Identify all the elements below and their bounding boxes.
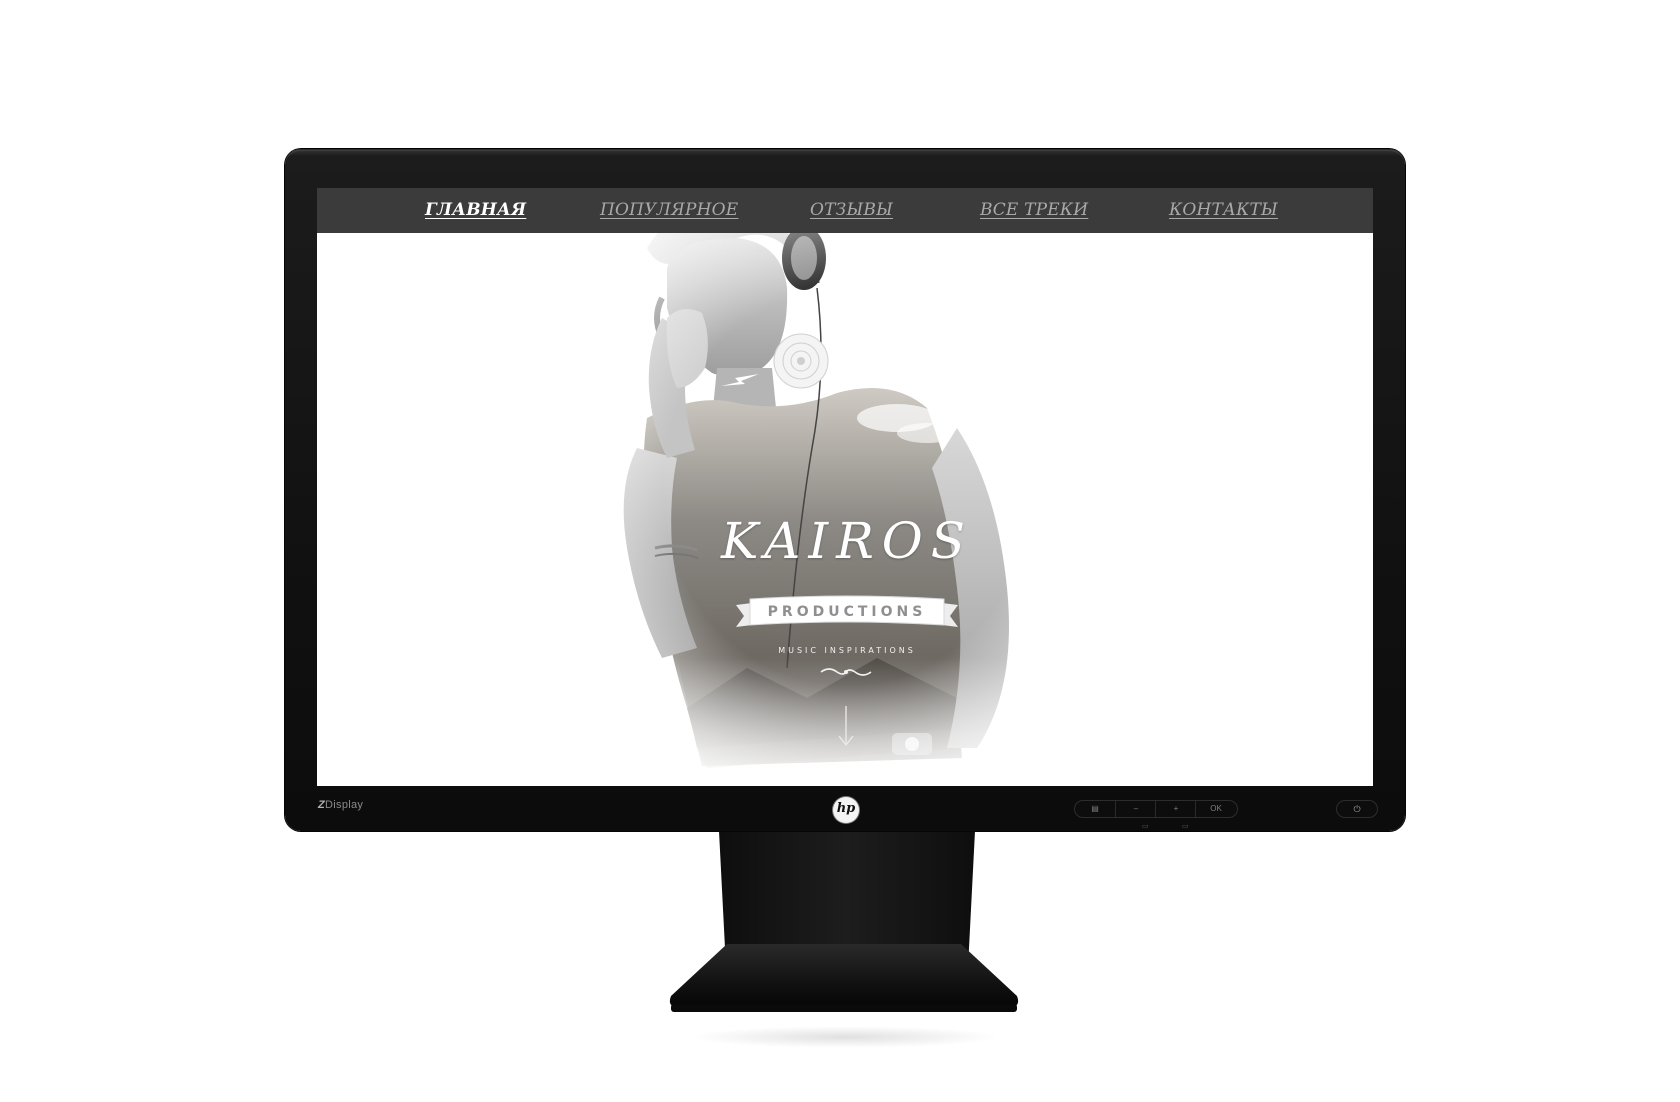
hero-logo-title: KAIROS (720, 512, 974, 570)
bezel-highlight (287, 150, 1403, 156)
monitor-screen: ГЛАВНАЯ ПОПУЛЯРНОЕ ОТЗЫВЫ ВСЕ ТРЕКИ КОНТ… (317, 188, 1373, 786)
monitor-frame: ГЛАВНАЯ ПОПУЛЯРНОЕ ОТЗЫВЫ ВСЕ ТРЕКИ КОНТ… (285, 149, 1405, 831)
nav-item-popular[interactable]: ПОПУЛЯРНОЕ (600, 200, 738, 220)
lightning-bolt-icon-right (868, 374, 906, 386)
power-icon: ⏻ (1353, 804, 1361, 814)
input-source-icon: ▭ (1142, 822, 1149, 830)
hero-tagline: MUSIC INSPIRATIONS (778, 646, 916, 655)
stand-shadow (690, 1026, 1000, 1048)
nav-item-all-tracks[interactable]: ВСЕ ТРЕКИ (980, 200, 1088, 220)
scroll-down-arrow-icon[interactable] (836, 704, 856, 748)
osd-button-bar: ▤ – + OK (1075, 801, 1237, 817)
site-nav-bar: ГЛАВНАЯ ПОПУЛЯРНОЕ ОТЗЫВЫ ВСЕ ТРЕКИ КОНТ… (317, 188, 1373, 233)
flourish-ornament-icon (820, 668, 872, 676)
osd-ok-button[interactable]: OK (1195, 801, 1236, 817)
nav-item-contacts[interactable]: КОНТАКТЫ (1169, 200, 1278, 220)
nav-item-reviews[interactable]: ОТЗЫВЫ (810, 200, 893, 220)
monitor-stand-base (669, 944, 1019, 1012)
hp-brand-logo: hp (833, 797, 859, 823)
product-mockup-stage: ГЛАВНАЯ ПОПУЛЯРНОЕ ОТЗЫВЫ ВСЕ ТРЕКИ КОНТ… (0, 0, 1680, 1102)
auto-adjust-icon: ▭ (1182, 822, 1189, 830)
osd-minus-button[interactable]: – (1115, 801, 1156, 817)
osd-menu-button[interactable]: ▤ (1075, 801, 1115, 817)
monitor-model-label: ZDisplay (318, 799, 364, 811)
power-button[interactable]: ⏻ (1337, 801, 1377, 817)
hero-dj-photo (567, 188, 1127, 786)
vinyl-disc-icon (773, 333, 829, 389)
hero-ribbon-banner: PRODUCTIONS (736, 595, 958, 631)
nav-item-home[interactable]: ГЛАВНАЯ (425, 200, 526, 220)
hero-ribbon-label: PRODUCTIONS (767, 604, 927, 620)
lightning-bolt-icon-left (721, 374, 759, 386)
osd-plus-button[interactable]: + (1155, 801, 1196, 817)
